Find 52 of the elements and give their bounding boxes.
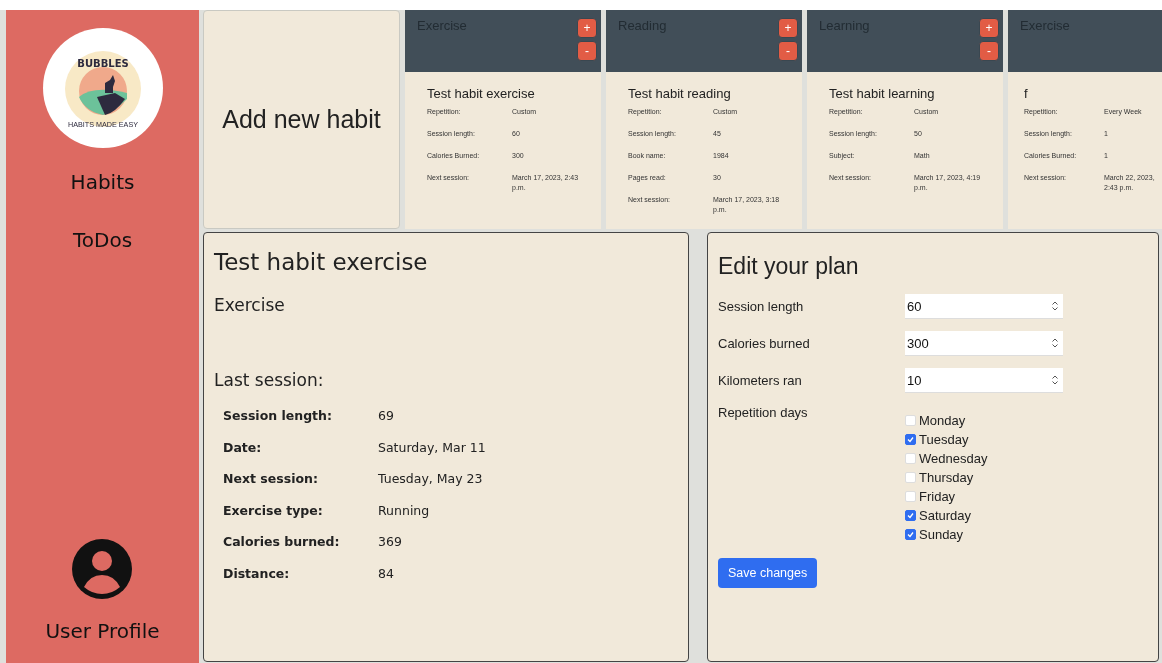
day-label: Wednesday [919,451,988,466]
day-label: Monday [919,413,966,428]
checkbox[interactable] [905,510,916,521]
field-label: Repetition days [718,405,809,422]
step-button[interactable]: - [778,41,798,61]
add-habit-card[interactable]: Add new habit [203,10,400,229]
habit-name: Test habit reading [628,86,732,101]
habit-name: Test habit learning [829,86,936,101]
number-field[interactable]: 10 [905,368,1063,393]
section-heading: Last session: [214,370,325,390]
step-button[interactable]: - [979,41,999,61]
detail-value: Tuesday, May 23 [378,471,484,488]
checkbox[interactable] [905,529,916,540]
detail-value: 369 [378,534,403,551]
detail-title: Test habit exercise [214,249,429,275]
panel-title: Edit your plan [718,253,860,280]
checkbox[interactable] [905,434,916,445]
detail-label: Calories burned: [223,534,341,551]
number-field[interactable]: 60 [905,294,1063,319]
nav-link[interactable]: Habits [66,166,139,198]
field-label: Calories burned [718,336,811,351]
detail-value: 84 [378,565,395,583]
field-label: Session length [718,299,805,314]
step-button[interactable]: + [778,18,798,38]
detail-label: Exercise type: [223,502,324,520]
day-label: Sunday [919,527,964,542]
spinner-icon[interactable] [1051,337,1059,349]
detail-label: Date: [223,439,263,457]
day-label: Tuesday [919,432,969,447]
spinner-icon[interactable] [1051,300,1059,312]
habit-name: Test habit exercise [427,86,536,101]
detail-label: Next session: [223,471,319,488]
habit-name: f [1024,86,1029,101]
day-label: Saturday [919,508,972,523]
day-label: Thursday [919,470,974,485]
field-label: Kilometers ran [718,373,803,388]
detail-value: Saturday, Mar 11 [378,439,487,457]
detail-value: 69 [378,408,395,425]
spinner-icon[interactable] [1051,374,1059,386]
detail-label: Session length: [223,408,333,425]
nav-link[interactable]: ToDos [68,224,137,256]
detail-value: Running [378,502,431,520]
number-field[interactable]: 300 [905,331,1063,356]
step-button[interactable]: + [979,18,999,38]
step-button[interactable]: + [577,18,597,38]
save-button[interactable]: Save changes [718,558,818,588]
profile-link[interactable]: User Profile [45,619,160,643]
detail-category: Exercise [214,295,286,315]
user-icon[interactable] [72,539,133,599]
detail-label: Distance: [223,565,291,583]
day-label: Friday [919,489,956,504]
step-button[interactable]: - [577,41,597,61]
